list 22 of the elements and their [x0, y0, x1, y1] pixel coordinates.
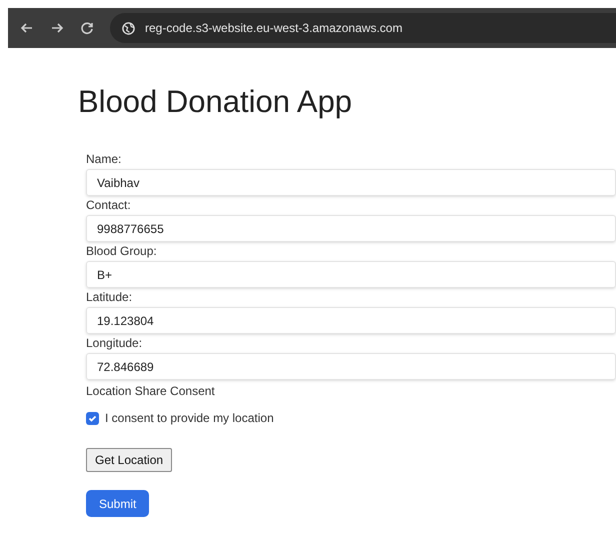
address-bar[interactable]: reg-code.s3-website.eu-west-3.amazonaws.com: [110, 13, 616, 43]
forward-icon[interactable]: [50, 21, 64, 35]
url-text: reg-code.s3-website.eu-west-3.amazonaws.com: [145, 20, 402, 37]
field-label: Latitude:: [86, 289, 134, 305]
submit-button[interactable]: Submit: [86, 490, 150, 517]
page-title: Blood Donation App: [78, 86, 354, 117]
field-label: Contact:: [86, 197, 132, 213]
field-label: Blood Group:: [86, 243, 158, 259]
field-label: Name:: [86, 151, 122, 167]
input-field[interactable]: 19.123804: [86, 307, 616, 334]
input-field[interactable]: Vaibhav: [86, 169, 616, 196]
input-field[interactable]: 9988776655: [86, 215, 616, 242]
input-field[interactable]: B+: [86, 261, 616, 288]
location-button[interactable]: Get Location: [86, 448, 172, 472]
globe-icon: [122, 22, 135, 34]
checkbox-label: I consent to provide my location: [105, 410, 274, 427]
reload-icon[interactable]: [80, 21, 94, 35]
section-heading: Location Share Consent: [86, 383, 216, 399]
field-label: Longitude:: [86, 335, 144, 351]
input-field[interactable]: 72.846689: [86, 353, 616, 380]
checkbox[interactable]: [86, 412, 99, 424]
back-icon[interactable]: [20, 21, 34, 35]
